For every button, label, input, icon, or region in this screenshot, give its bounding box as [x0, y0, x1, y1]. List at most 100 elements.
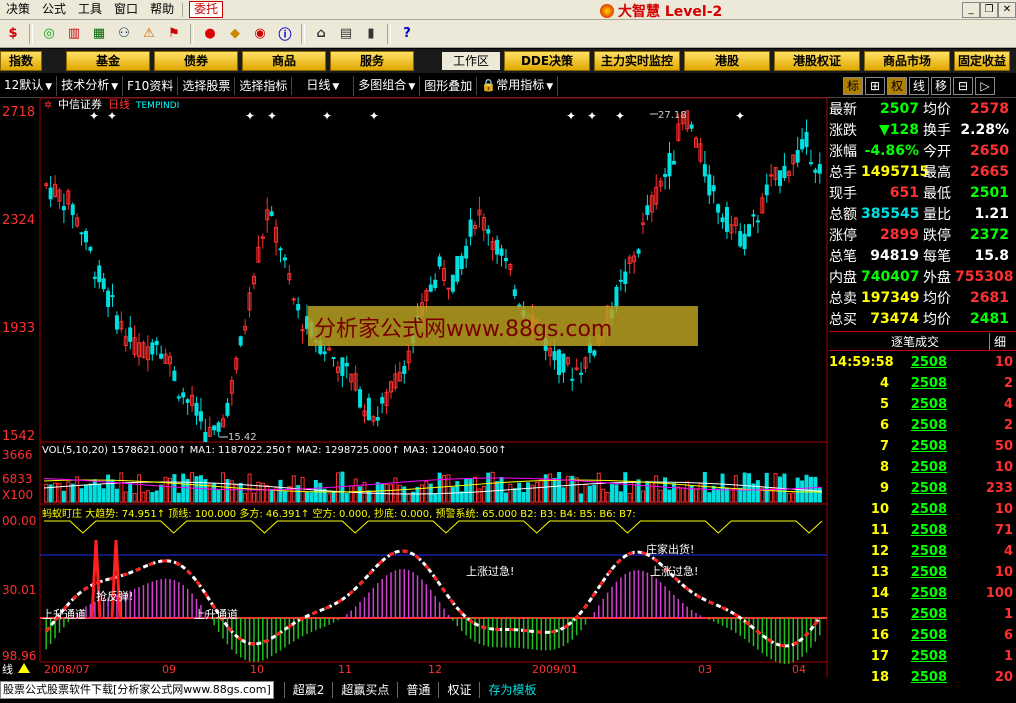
candle-body: [322, 351, 327, 355]
tick-row: 8 2508 10: [829, 457, 1016, 478]
volume-bar: [119, 472, 124, 503]
volume-bar: [450, 487, 455, 503]
quote-label: 总额: [829, 206, 857, 223]
candle-body: [702, 164, 707, 177]
annotation: 上涨过急!: [466, 564, 514, 578]
tick-volume: 50: [994, 439, 1013, 454]
quote-label: 量比: [923, 206, 951, 223]
annotation: 抢反弹!: [96, 589, 133, 603]
candle-body: [450, 274, 455, 292]
tick-time: 16: [870, 628, 889, 643]
volume-bar: [791, 492, 796, 503]
volume-bar: [548, 473, 553, 503]
candle-body: [614, 286, 619, 307]
tick-row: 11 2508 71: [829, 520, 1016, 541]
tick-price: 2508: [910, 649, 947, 664]
signal-marker: ✦: [615, 109, 625, 123]
tick-price: 2508: [910, 397, 947, 412]
tick-row: 14:59:58 2508 10: [829, 352, 1016, 373]
tick-price: 2508: [910, 460, 947, 475]
candle-body: [782, 165, 787, 179]
volume-bar: [428, 483, 433, 503]
tick-time: 17: [870, 649, 889, 664]
tick-price: 2508: [910, 523, 947, 538]
volume-bar: [296, 485, 301, 503]
volume-bar: [159, 484, 164, 503]
candle-body: [517, 304, 522, 307]
volume-bar: [154, 490, 159, 503]
volume-bar: [247, 473, 252, 503]
quote-row: 涨跌 ▼128 换手 2.28%: [829, 119, 1016, 140]
quote-label: 最新: [829, 101, 857, 118]
quote-label: 均价: [923, 290, 951, 307]
quote-label: 涨跌: [829, 122, 857, 139]
tick-volume: 2: [1003, 418, 1013, 433]
volume-bar: [817, 487, 822, 503]
candle-body: [110, 295, 115, 298]
volume-bar: [596, 472, 601, 503]
candle-body: [198, 411, 203, 422]
candle-body: [800, 139, 805, 150]
candle-body: [808, 162, 813, 165]
volume-bar: [79, 488, 84, 503]
volume-bar: [521, 491, 526, 503]
volume-bar: [618, 491, 623, 503]
tick-volume: 2: [1003, 376, 1013, 391]
volume-bar: [680, 487, 685, 503]
volume-bar: [327, 493, 332, 503]
quote-row: 涨停 2899 跌停 2372: [829, 224, 1016, 245]
volume-bar: [640, 490, 645, 503]
candle-body: [455, 256, 460, 282]
volume-bar: [194, 476, 199, 503]
low-price-label: 15.42: [228, 432, 257, 443]
volume-bar: [813, 476, 818, 503]
volume-bar: [459, 491, 464, 503]
volume-bar: [216, 489, 221, 503]
tab-save-template[interactable]: 存为模板: [479, 682, 544, 698]
volume-bar: [654, 475, 659, 503]
volume-bar: [251, 492, 256, 503]
quote-value: 2501: [970, 184, 1009, 201]
volume-bar: [623, 472, 628, 503]
volume-bar: [534, 481, 539, 503]
quote-label: 现手: [829, 185, 857, 202]
candle-body: [269, 211, 274, 216]
quote-value: 73474: [870, 310, 919, 327]
candle-body: [636, 249, 641, 254]
tab-chaoying-buy[interactable]: 超赢买点: [332, 682, 397, 698]
chart-menu-icon[interactable]: ✲: [44, 100, 52, 111]
volume-bar: [663, 477, 668, 503]
volume-ylabel: 6833: [2, 472, 33, 486]
tab-warrant[interactable]: 权证: [438, 682, 479, 698]
tick-detail-tab[interactable]: 细: [989, 333, 1006, 350]
volume-bar: [238, 482, 243, 503]
candle-body: [375, 417, 380, 421]
candle-body: [755, 220, 760, 223]
candle-body: [707, 174, 712, 196]
tick-volume: 100: [985, 586, 1013, 601]
quote-label: 总买: [829, 311, 857, 328]
candlesticks: ✦ ✦ ✦ ✦ ✦ ✦ ✦ ✦ ✦ ✦: [44, 109, 822, 443]
candle-body: [804, 132, 809, 148]
candle-body: [428, 284, 433, 292]
signal-marker: ✦: [566, 109, 576, 123]
ad-banner[interactable]: 股票公式股票软件下载[分析家公式网www.88gs.com]: [0, 681, 274, 699]
candle-body: [212, 425, 217, 431]
volume-legend: VOL(5,10,20) 1578621.000↑ MA1: 1187022.2…: [42, 445, 507, 456]
tick-row: 16 2508 6: [829, 625, 1016, 646]
volume-bar: [556, 472, 561, 503]
tick-volume: 233: [985, 481, 1013, 496]
tick-price: 2508: [910, 355, 947, 370]
scroll-up-icon[interactable]: [18, 663, 30, 673]
volume-bar: [70, 483, 75, 503]
candle-body: [70, 204, 75, 216]
quote-row: 总手 1495715 最高 2665: [829, 161, 1016, 182]
tab-normal[interactable]: 普通: [397, 682, 438, 698]
volume-bar: [172, 474, 177, 503]
tab-chaoying2[interactable]: 超赢2: [283, 682, 333, 698]
volume-bar: [269, 488, 274, 503]
volume-bar: [128, 483, 133, 503]
quote-value: 197349: [861, 289, 920, 306]
quote-value: 755308: [955, 268, 1014, 285]
candle-body: [579, 372, 584, 375]
